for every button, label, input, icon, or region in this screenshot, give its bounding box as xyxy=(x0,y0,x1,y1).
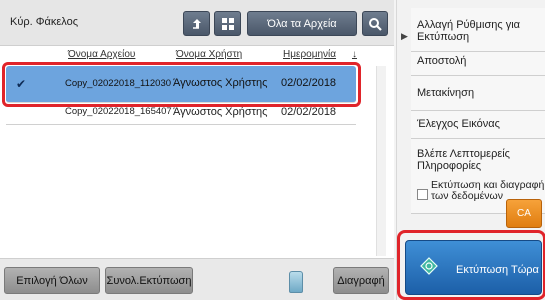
column-header-date[interactable]: Ημερομηνία xyxy=(283,49,336,60)
clear-all-button[interactable]: CA xyxy=(506,199,542,228)
print-now-button[interactable]: Εκτύπωση Τώρα xyxy=(405,240,542,295)
start-icon xyxy=(420,257,438,275)
current-folder-label: Κύρ. Φάκελος xyxy=(10,16,79,28)
action-detailed-info[interactable]: Βλέπε Λεπτομερείς Πληροφορίες xyxy=(411,139,545,177)
toolbar: Κύρ. Φάκελος Όλα τα Αρχεία xyxy=(0,0,394,46)
thumbnail-view-button[interactable] xyxy=(214,11,241,36)
print-now-label: Εκτύπωση Τώρα xyxy=(456,264,539,276)
file-date: 02/02/2018 xyxy=(281,106,337,118)
search-button[interactable] xyxy=(362,11,388,36)
delete-label: Διαγραφή xyxy=(337,274,385,287)
panel-arrow-icon[interactable]: ▶ xyxy=(401,31,408,42)
document-filing-screen: Κύρ. Φάκελος Όλα τα Αρχεία Όνομα Αρχείου… xyxy=(0,0,545,300)
file-name: Copy_02022018_165407 xyxy=(65,106,172,117)
column-headers: Όνομα Αρχείου Όνομα Χρήστη Ημερομηνία ↓ xyxy=(0,46,394,62)
scrollbar[interactable] xyxy=(376,66,386,256)
bottom-bar: Επιλογή Όλων Συνολ.Εκτύπωση Διαγραφή xyxy=(0,258,394,300)
action-check-image[interactable]: Έλεγχος Εικόνας xyxy=(411,111,545,139)
action-panel: ▶ Αλλαγή Ρύθμισης για Εκτύπωση Αποστολή … xyxy=(396,0,545,300)
file-user: Άγνωστος Χρήστης xyxy=(173,106,268,118)
column-header-file-name[interactable]: Όνομα Αρχείου xyxy=(68,49,135,60)
select-all-label: Επιλογή Όλων xyxy=(16,274,88,287)
sort-descending-icon[interactable]: ↓ xyxy=(352,49,357,60)
thumbnail-view-icon xyxy=(221,17,234,30)
up-folder-button[interactable] xyxy=(183,11,210,36)
batch-print-button[interactable]: Συνολ.Εκτύπωση xyxy=(105,267,193,294)
action-label: Αλλαγή Ρύθμισης για Εκτύπωση xyxy=(417,19,521,43)
action-label: Βλέπε Λεπτομερείς Πληροφορίες xyxy=(417,148,510,172)
action-send[interactable]: Αποστολή xyxy=(411,52,545,76)
search-icon xyxy=(369,17,382,31)
selected-row-highlight xyxy=(2,62,361,107)
action-move[interactable]: Μετακίνηση xyxy=(411,76,545,111)
column-header-user-name[interactable]: Όνομα Χρήστη xyxy=(176,49,242,60)
file-list-panel: Κύρ. Φάκελος Όλα τα Αρχεία Όνομα Αρχείου… xyxy=(0,0,394,300)
clear-all-label: CA xyxy=(517,208,531,219)
up-folder-icon xyxy=(192,18,201,29)
print-and-delete-checkbox[interactable] xyxy=(417,189,428,200)
batch-print-label: Συνολ.Εκτύπωση xyxy=(106,274,192,287)
action-change-print-settings[interactable]: Αλλαγή Ρύθμισης για Εκτύπωση xyxy=(411,8,545,52)
action-label: Αποστολή xyxy=(417,55,467,67)
all-files-label: Όλα τα Αρχεία xyxy=(267,17,337,30)
action-label: Μετακίνηση xyxy=(417,87,475,99)
action-list: Αλλαγή Ρύθμισης για Εκτύπωση Αποστολή Με… xyxy=(411,8,545,177)
trash-icon xyxy=(289,271,303,293)
all-files-button[interactable]: Όλα τα Αρχεία xyxy=(247,11,357,36)
delete-button[interactable]: Διαγραφή xyxy=(333,267,389,294)
select-all-button[interactable]: Επιλογή Όλων xyxy=(4,267,100,294)
action-label: Έλεγχος Εικόνας xyxy=(417,118,500,130)
